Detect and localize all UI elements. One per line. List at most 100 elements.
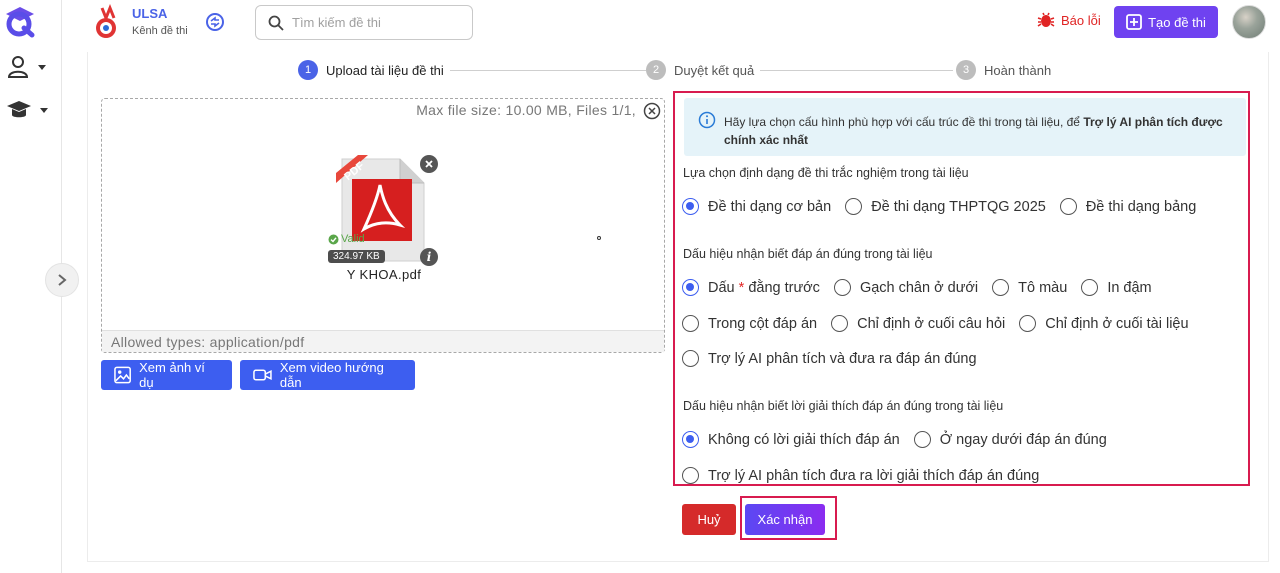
radio-circle[interactable] (682, 431, 699, 448)
explain-options-row-1: Không có lời giải thích đáp án Ở ngay dư… (682, 431, 1121, 448)
brand-name: ULSA (132, 6, 168, 21)
radio-circle[interactable] (682, 350, 699, 367)
step-number: 1 (298, 60, 318, 80)
radio-label: Trợ lý AI phân tích đưa ra lời giải thíc… (708, 467, 1040, 484)
confirm-button[interactable]: Xác nhận (745, 504, 825, 535)
radio-circle[interactable] (831, 315, 849, 332)
radio-label: Không có lời giải thích đáp án (708, 431, 900, 448)
radio-answer-bold[interactable]: In đậm (1081, 279, 1152, 296)
answer-section-label: Dấu hiệu nhận biết đáp án đúng trong tài… (683, 247, 933, 261)
file-name: Y KHOA.pdf (346, 267, 422, 282)
radio-answer-ai[interactable]: Trợ lý AI phân tích và đưa ra đáp án đún… (682, 350, 977, 367)
radio-circle[interactable] (833, 279, 851, 296)
explain-section-label: Dấu hiệu nhận biết lời giải thích đáp án… (683, 399, 1004, 413)
video-icon (253, 369, 272, 381)
top-header: ULSA Kênh đề thi Báo lỗi Tạo đề thi (62, 0, 1280, 45)
radio-circle[interactable] (1059, 198, 1077, 215)
radio-circle[interactable] (682, 315, 699, 332)
radio-answer-column[interactable]: Trong cột đáp án (682, 315, 817, 332)
radio-answer-end-question[interactable]: Chỉ định ở cuối câu hỏi (831, 315, 1005, 332)
info-text: Hãy lựa chọn cấu hình phù hợp với cấu tr… (724, 113, 1224, 149)
app-logo-icon[interactable] (2, 2, 38, 38)
chevron-right-icon (58, 274, 67, 286)
file-dropzone[interactable]: Max file size: 10.00 MB, Files 1/1, PDF … (101, 98, 665, 353)
radio-explain-ai[interactable]: Trợ lý AI phân tích đưa ra lời giải thíc… (682, 467, 1039, 484)
upload-limits: Max file size: 10.00 MB, Files 1/1, (416, 102, 636, 118)
radio-circle[interactable] (845, 198, 863, 215)
check-circle-icon (328, 234, 339, 244)
brand-subtitle: Kênh đề thi (132, 25, 188, 37)
search-box[interactable] (255, 5, 473, 40)
image-icon (114, 366, 131, 384)
create-exam-button[interactable]: Tạo đề thi (1114, 6, 1218, 38)
brand-logo-icon[interactable] (92, 4, 126, 40)
cursor-dot (597, 236, 601, 240)
close-icon[interactable] (643, 102, 661, 120)
step-upload: 1 Upload tài liệu đề thi (298, 60, 450, 80)
report-label: Báo lỗi (1061, 12, 1101, 28)
file-status: Valid (328, 233, 365, 245)
search-input[interactable] (292, 15, 452, 30)
radio-circle[interactable] (1019, 315, 1037, 332)
radio-explain-none[interactable]: Không có lời giải thích đáp án (682, 431, 900, 448)
radio-label: Tô màu (1018, 279, 1068, 296)
radio-label: In đậm (1107, 279, 1152, 296)
radio-label: Ở ngay dưới đáp án đúng (939, 431, 1107, 448)
radio-label: Chỉ định ở cuối tài liệu (1045, 315, 1189, 332)
radio-answer-underline[interactable]: Gạch chân ở dưới (833, 279, 978, 296)
radio-answer-end-doc[interactable]: Chỉ định ở cuối tài liệu (1019, 315, 1189, 332)
radio-circle[interactable] (682, 198, 699, 215)
step-complete: 3 Hoàn thành (956, 60, 1058, 80)
step-label: Duyệt kết quả (674, 62, 755, 78)
radio-explain-below[interactable]: Ở ngay dưới đáp án đúng (913, 431, 1107, 448)
guide-video-button[interactable]: Xem video hướng dẫn (240, 360, 415, 390)
cancel-button[interactable]: Huỷ (682, 504, 736, 535)
step-connector (448, 70, 653, 71)
step-review: 2 Duyệt kết quả (646, 60, 761, 80)
search-icon (268, 15, 284, 31)
report-bug-link[interactable]: Báo lỗi (1037, 11, 1101, 29)
sidebar-item-user[interactable] (4, 52, 56, 82)
config-panel: Hãy lựa chọn cấu hình phù hợp với cấu tr… (673, 91, 1250, 486)
radio-answer-star[interactable]: Dấu * đằng trước (682, 279, 820, 296)
allowed-types: Allowed types: application/pdf (102, 330, 664, 352)
radio-label: Dấu * đằng trước (708, 280, 820, 296)
graduation-cap-icon (7, 101, 31, 118)
step-number: 3 (956, 60, 976, 80)
radio-label-suffix: đằng trước (744, 279, 820, 296)
radio-label: Đề thi dạng bảng (1085, 198, 1197, 215)
radio-answer-color[interactable]: Tô màu (992, 279, 1067, 296)
confirm-highlight: Xác nhận (740, 496, 837, 540)
answer-options-row-2: Trong cột đáp án Chỉ định ở cuối câu hỏi… (682, 315, 1203, 332)
file-status-label: Valid (341, 233, 365, 245)
info-icon[interactable]: i (420, 248, 438, 266)
radio-circle[interactable] (682, 467, 699, 484)
radio-format-table[interactable]: Đề thi dạng bảng (1059, 198, 1197, 215)
radio-circle[interactable] (1081, 279, 1099, 296)
step-label: Hoàn thành (984, 62, 1052, 78)
radio-format-basic[interactable]: Đề thi dạng cơ bản (682, 198, 831, 215)
sidebar-item-courses[interactable] (4, 95, 56, 125)
step-connector (758, 70, 953, 71)
file-size: 324.97 KB (328, 250, 385, 263)
radio-format-thptqg[interactable]: Đề thi dạng THPTQG 2025 (845, 198, 1046, 215)
info-text-main: Hãy lựa chọn cấu hình phù hợp với cấu tr… (724, 115, 1084, 129)
radio-circle[interactable] (913, 431, 931, 448)
close-icon (425, 160, 433, 168)
switch-channel-icon[interactable] (205, 12, 225, 32)
format-options: Đề thi dạng cơ bản Đề thi dạng THPTQG 20… (682, 198, 1210, 215)
radio-label: Trong cột đáp án (708, 315, 818, 332)
chevron-down-icon (38, 64, 46, 70)
expand-sidebar-button[interactable] (45, 263, 79, 297)
remove-file-button[interactable] (420, 155, 438, 173)
chevron-down-icon (40, 107, 48, 113)
answer-options-row-1: Dấu * đằng trước Gạch chân ở dưới Tô màu… (682, 279, 1166, 296)
create-exam-label: Tạo đề thi (1148, 14, 1206, 30)
radio-circle[interactable] (992, 279, 1010, 296)
sample-image-button[interactable]: Xem ảnh ví dụ (101, 360, 232, 390)
radio-label: Trợ lý AI phân tích và đưa ra đáp án đún… (708, 350, 977, 367)
radio-label-prefix: Dấu (708, 279, 739, 296)
user-avatar[interactable] (1232, 5, 1266, 39)
bug-icon (1037, 12, 1055, 27)
radio-circle[interactable] (682, 279, 699, 296)
